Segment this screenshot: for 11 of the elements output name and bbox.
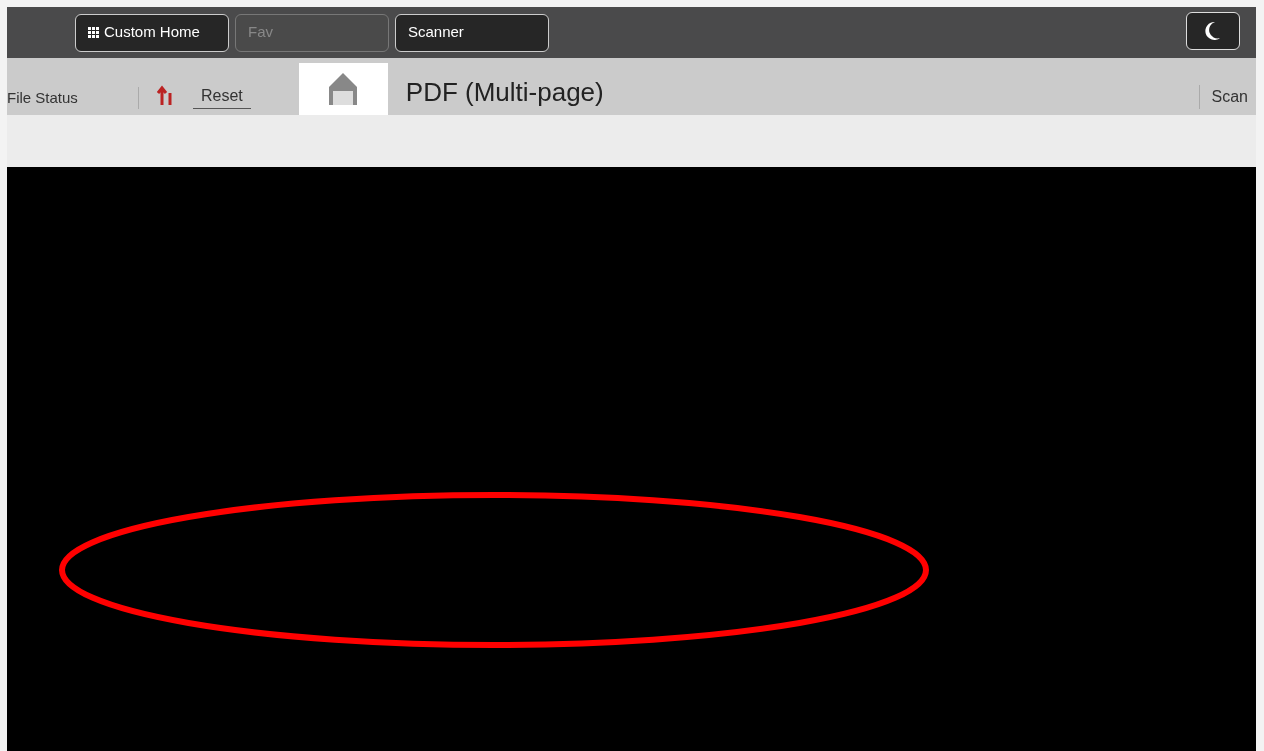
document-tile[interactable] bbox=[298, 63, 388, 115]
tab[interactable]: Custom Home bbox=[75, 13, 229, 52]
grid-icon bbox=[88, 26, 100, 39]
upload-icon[interactable] bbox=[157, 85, 175, 107]
scan-button[interactable]: Scan bbox=[1198, 85, 1256, 109]
file-status-label[interactable]: File Status bbox=[7, 86, 139, 109]
theme-button[interactable] bbox=[1186, 12, 1240, 50]
tab[interactable]: Scanner bbox=[395, 13, 549, 52]
reset-button[interactable]: Reset bbox=[193, 84, 251, 109]
moon-icon bbox=[1205, 21, 1221, 41]
format-label: PDF (Multi-page) bbox=[405, 79, 604, 105]
